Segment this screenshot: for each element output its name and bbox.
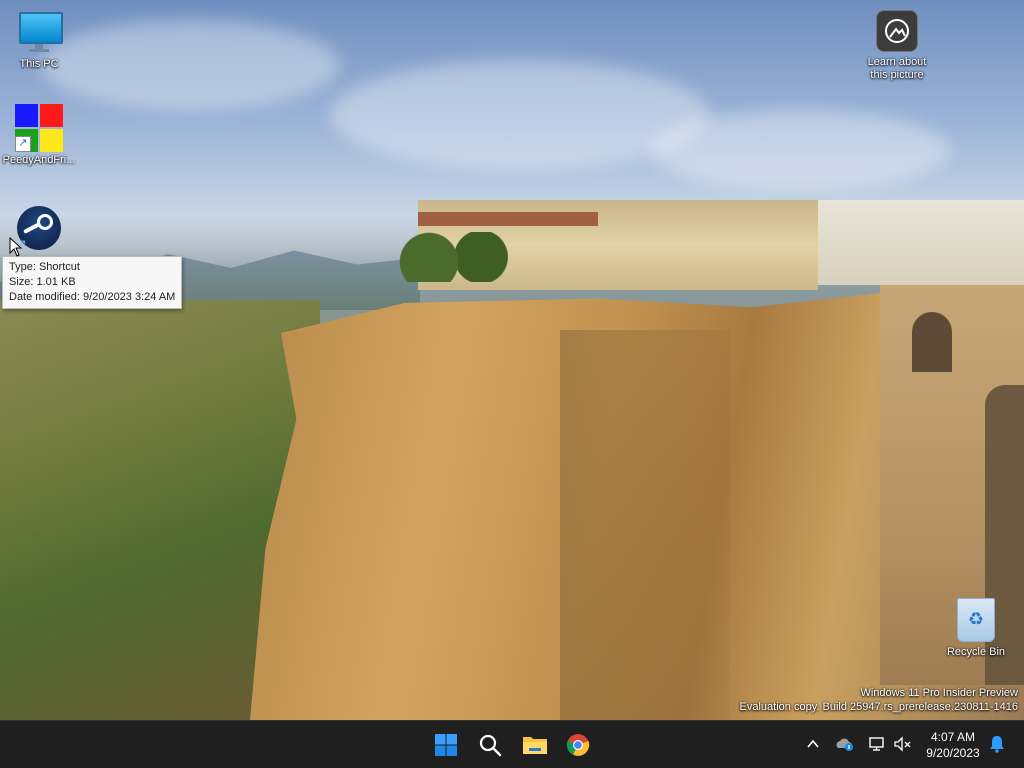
volume-tray-button[interactable]: [892, 733, 914, 755]
clock-time: 4:07 AM: [930, 730, 976, 744]
show-hidden-icons-button[interactable]: [802, 733, 824, 755]
evaluation-watermark: Windows 11 Pro Insider Preview Evaluatio…: [740, 686, 1018, 714]
volume-muted-icon: [894, 736, 911, 752]
desktop-wallpaper[interactable]: This PC ↗ PeedyAndFri... ↗ Learn about t…: [0, 0, 1024, 720]
desktop-icon-label: this picture: [870, 69, 924, 81]
chevron-up-icon: [807, 739, 819, 748]
wallpaper-roof: [418, 212, 598, 226]
camera-info-icon: [876, 10, 918, 52]
taskbar: 4:07 AM 9/20/2023: [0, 720, 1024, 768]
desktop-icon-label: Learn about: [867, 56, 927, 68]
network-tray-button[interactable]: [866, 733, 888, 755]
desktop-icon-label: Recycle Bin: [946, 646, 1006, 658]
desktop-icon-label: This PC: [19, 58, 59, 70]
clock-date: 9/20/2023: [926, 746, 980, 760]
watermark-build: Evaluation copy. Build 25947.rs_prerelea…: [739, 701, 1018, 713]
start-icon: [435, 734, 457, 756]
wallpaper-cloud: [40, 20, 340, 110]
shortcut-arrow-icon: ↗: [15, 136, 31, 152]
search-icon: [479, 734, 502, 757]
onedrive-icon: [836, 738, 853, 751]
start-button[interactable]: [428, 727, 464, 763]
tooltip-size: Size: 1.01 KB: [9, 276, 76, 288]
file-explorer-icon: [523, 737, 547, 754]
desktop-icon-this-pc[interactable]: This PC: [0, 8, 78, 71]
onedrive-tray-button[interactable]: [834, 733, 856, 755]
file-explorer-button[interactable]: [516, 727, 552, 763]
recycle-bin-icon: ♻: [957, 598, 995, 642]
app-shortcut-icon: ↗: [15, 104, 63, 152]
wallpaper-trees: [390, 232, 520, 282]
wallpaper-arch: [912, 312, 952, 372]
notifications-button[interactable]: [986, 733, 1008, 755]
wallpaper-cliff-shadow: [560, 330, 730, 720]
desktop-icon-recycle-bin[interactable]: ♻ Recycle Bin: [936, 598, 1016, 659]
search-button[interactable]: [472, 727, 508, 763]
watermark-edition: Windows 11 Pro Insider Preview: [860, 687, 1018, 699]
tooltip-type: Type: Shortcut: [9, 261, 80, 273]
desktop-icon-peedy-shortcut[interactable]: ↗ PeedyAndFri...: [0, 104, 78, 167]
monitor-icon: [15, 8, 63, 56]
desktop-icon-learn-about-picture[interactable]: Learn about this picture: [858, 10, 936, 82]
tooltip-date-modified: Date modified: 9/20/2023 3:24 AM: [9, 291, 176, 303]
notification-bell-icon: [990, 736, 1004, 753]
wallpaper-town: [818, 200, 1024, 285]
desktop-icon-label: PeedyAndFri...: [2, 154, 76, 166]
network-icon: [869, 737, 884, 751]
wallpaper-cloud: [650, 110, 950, 190]
shortcut-tooltip: Type: Shortcut Size: 1.01 KB Date modifi…: [2, 256, 183, 309]
chrome-icon: [566, 734, 590, 756]
taskbar-clock[interactable]: 4:07 AM 9/20/2023: [918, 729, 988, 761]
chrome-button[interactable]: [560, 727, 596, 763]
